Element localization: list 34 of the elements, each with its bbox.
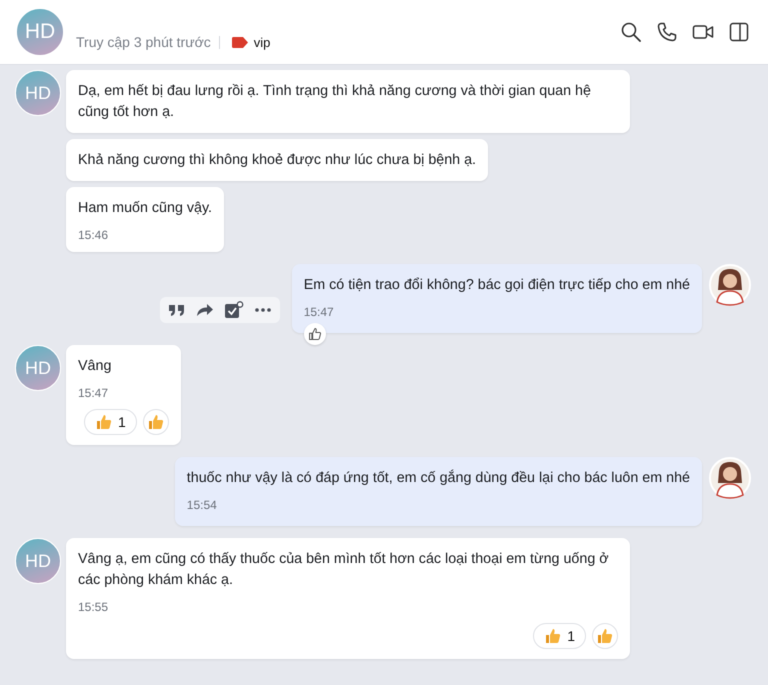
side-panel-icon[interactable] (728, 21, 750, 43)
reaction-pill[interactable]: 1 (84, 409, 137, 435)
message-text: Em có tiện trao đổi không? bác gọi điện trực tiếp cho em nhé (304, 276, 690, 295)
message-time: 15:47 (78, 386, 110, 400)
task-check-icon[interactable] (224, 301, 244, 319)
thumbs-up-icon (95, 413, 113, 431)
search-icon[interactable] (620, 21, 642, 43)
forward-icon[interactable] (196, 302, 214, 318)
like-button[interactable] (304, 323, 326, 345)
thumbs-up-icon (596, 627, 614, 645)
message-time: 15:46 (78, 228, 110, 242)
avatar[interactable] (709, 457, 751, 499)
message-time: 15:47 (304, 305, 335, 319)
message-text: Dạ, em hết bị đau lưng rồi ạ. Tình trạng thì khả năng cương và thời gian quan hệ cũng tốt hơn ạ. (78, 82, 592, 122)
message-text: Vâng (78, 357, 112, 376)
message-text: Khả năng cương thì không khoẻ được như lúc chưa bị bệnh ạ. (78, 151, 476, 170)
message-text: Ham muốn cũng vậy. (78, 199, 212, 218)
avatar[interactable]: HD (16, 8, 64, 56)
thumbs-up-icon (308, 327, 322, 341)
reaction-pill[interactable]: 1 (533, 623, 586, 649)
thumbs-up-icon (544, 627, 562, 645)
phone-icon[interactable] (656, 21, 678, 43)
tag-label[interactable]: vip (254, 34, 270, 50)
message-time: 15:55 (78, 600, 110, 614)
message-text: Vâng ạ, em cũng có thấy thuốc của bên mình tốt hơn các loại thoại em từng uống ở các phòng khám khác ạ. (78, 550, 610, 590)
avatar[interactable] (709, 264, 751, 306)
avatar[interactable]: HD (15, 70, 61, 116)
last-seen-status: Truy cập 3 phút trước (76, 34, 211, 50)
quote-icon[interactable] (168, 302, 186, 318)
avatar[interactable]: HD (15, 538, 61, 584)
thumbs-up-icon (146, 413, 165, 431)
message-time: 15:54 (186, 498, 218, 512)
message-text: thuốc như vậy là có đáp ứng tốt, em cố gắng dùng đều lại cho bác luôn em nhé (186, 468, 690, 488)
avatar[interactable]: HD (15, 345, 61, 391)
